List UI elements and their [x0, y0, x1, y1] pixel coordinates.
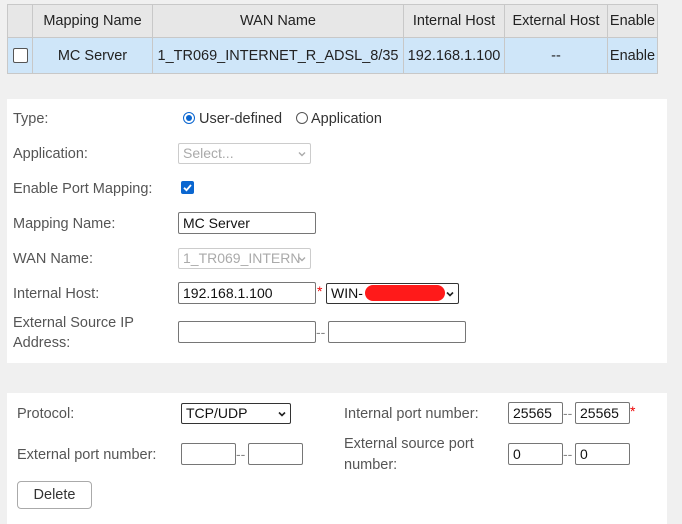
header-mapping-name: Mapping Name — [32, 4, 153, 38]
enable-port-mapping-label: Enable Port Mapping: — [13, 181, 153, 197]
external-source-port-label-cont: number: — [344, 457, 398, 473]
required-marker: * — [317, 283, 323, 299]
radio-selected-dot — [186, 115, 192, 121]
type-label: Type: — [13, 111, 49, 127]
enable-port-mapping-checkbox[interactable] — [181, 181, 194, 194]
mapping-name-input[interactable]: MC Server — [178, 212, 316, 234]
internal-host-device-select[interactable]: WIN- — [326, 283, 459, 304]
row-mapping-name: MC Server — [32, 37, 153, 74]
radio-application-label: Application — [311, 111, 382, 127]
mapping-name-label: Mapping Name: — [13, 216, 116, 232]
range-separator: -- — [236, 446, 246, 462]
header-enable: Enable — [607, 4, 658, 38]
port-mapping-table: Mapping Name WAN Name Internal Host Exte… — [7, 4, 658, 74]
chevron-down-icon — [298, 257, 306, 262]
range-separator: -- — [563, 405, 573, 421]
row-wan-name: 1_TR069_INTERNET_R_ADSL_8/35 — [152, 37, 404, 74]
chevron-down-icon — [446, 291, 454, 297]
external-source-ip-label-cont: Address: — [13, 335, 71, 351]
chevron-down-icon — [278, 411, 286, 417]
external-source-ip-end-input[interactable] — [328, 321, 466, 343]
internal-host-label: Internal Host: — [13, 286, 100, 302]
radio-application[interactable] — [296, 112, 308, 124]
row-select-checkbox[interactable] — [12, 48, 28, 64]
application-select[interactable]: Select... — [178, 143, 311, 164]
table-row[interactable]: MC Server 1_TR069_INTERNET_R_ADSL_8/35 1… — [7, 37, 658, 74]
wan-name-label: WAN Name: — [13, 251, 94, 267]
header-external-host: External Host — [504, 4, 608, 38]
row-internal-host: 192.168.1.100 — [403, 37, 505, 74]
internal-host-device-value: WIN- — [331, 285, 363, 301]
external-source-ip-label: External Source IP — [13, 315, 134, 331]
row-external-host: -- — [504, 37, 608, 74]
radio-user-defined-label: User-defined — [199, 111, 283, 127]
wan-name-select-value: 1_TR069_INTERN — [183, 250, 301, 266]
row-enable: Enable — [607, 37, 658, 74]
select-header-cell — [7, 4, 33, 38]
external-port-label: External port number: — [17, 447, 157, 463]
protocol-select-value: TCP/UDP — [186, 405, 248, 421]
delete-button[interactable]: Delete — [17, 481, 92, 509]
application-select-value: Select... — [183, 145, 234, 161]
range-separator: -- — [563, 446, 573, 462]
internal-port-label: Internal port number: — [344, 406, 479, 422]
checkmark-icon — [183, 184, 192, 192]
header-wan-name: WAN Name — [152, 4, 404, 38]
redaction-mark — [365, 285, 445, 301]
wan-name-select[interactable]: 1_TR069_INTERN — [178, 248, 311, 269]
external-source-port-start-input[interactable]: 0 — [508, 443, 563, 465]
external-port-start-input[interactable] — [181, 443, 236, 465]
external-source-port-end-input[interactable]: 0 — [575, 443, 630, 465]
range-separator: -- — [316, 324, 326, 340]
radio-user-defined[interactable] — [183, 112, 195, 124]
header-internal-host: Internal Host — [403, 4, 505, 38]
internal-port-start-input[interactable]: 25565 — [508, 402, 563, 424]
application-label: Application: — [13, 146, 88, 162]
row-select-cell — [7, 37, 33, 74]
external-source-ip-start-input[interactable] — [178, 321, 316, 343]
protocol-label: Protocol: — [17, 406, 75, 422]
internal-port-end-input[interactable]: 25565 — [575, 402, 630, 424]
protocol-select[interactable]: TCP/UDP — [181, 403, 291, 424]
chevron-down-icon — [298, 152, 306, 157]
table-header-row: Mapping Name WAN Name Internal Host Exte… — [7, 4, 658, 38]
required-marker: * — [630, 403, 636, 419]
external-port-end-input[interactable] — [248, 443, 303, 465]
external-source-port-label: External source port — [344, 436, 474, 452]
internal-host-input[interactable]: 192.168.1.100 — [178, 282, 316, 304]
